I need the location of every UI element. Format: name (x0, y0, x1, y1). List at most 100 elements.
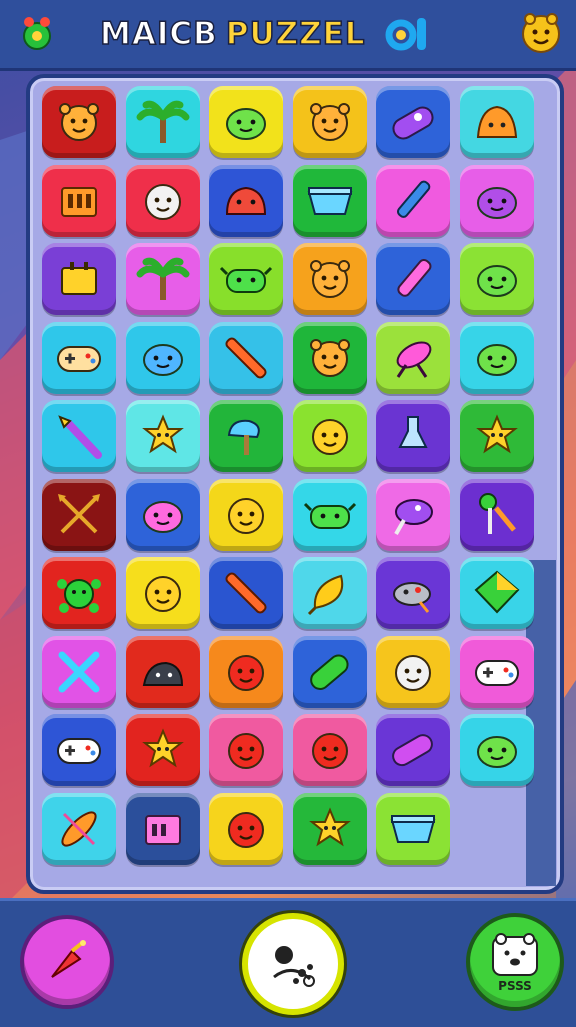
tile[interactable] (125, 635, 200, 708)
tile[interactable] (376, 557, 450, 629)
tile[interactable] (376, 164, 450, 237)
crossed-arrows-icon (58, 493, 100, 533)
surfboard-icon (61, 810, 97, 847)
white-face-icon (144, 183, 181, 220)
red-face-icon (311, 733, 348, 769)
tile[interactable] (376, 635, 450, 708)
blue-blob-icon (142, 343, 183, 376)
pink-rocket-icon (396, 341, 432, 378)
yellow-face-icon (228, 497, 264, 534)
tile[interactable] (376, 714, 450, 786)
tile[interactable] (292, 243, 367, 315)
tile[interactable] (376, 321, 450, 394)
tile[interactable] (459, 321, 534, 394)
green-creature-icon (303, 502, 356, 529)
tile[interactable] (209, 321, 283, 394)
orange-face-icon (59, 103, 99, 141)
bomb-button[interactable] (20, 915, 114, 1009)
tile[interactable] (42, 714, 116, 786)
tile[interactable] (376, 478, 450, 551)
tile[interactable] (209, 478, 283, 551)
tile[interactable] (459, 478, 534, 551)
tile[interactable] (459, 400, 534, 472)
tile[interactable] (292, 164, 367, 237)
tile[interactable] (209, 557, 283, 629)
tile[interactable] (42, 243, 116, 315)
gamepad-white-icon (57, 738, 101, 764)
blue-pen-icon (396, 180, 431, 218)
blue-tray-icon (390, 814, 436, 843)
shuffle-button[interactable] (242, 913, 344, 1015)
tile[interactable] (42, 478, 116, 551)
grey-fish-icon (393, 582, 431, 613)
tile[interactable] (42, 792, 116, 865)
tile[interactable] (42, 400, 116, 472)
tile[interactable] (42, 321, 116, 394)
tile[interactable] (292, 478, 367, 551)
green-pill-icon (309, 654, 349, 690)
blue-ring-icon[interactable] (384, 14, 432, 54)
tile[interactable] (209, 635, 283, 708)
tile[interactable] (292, 714, 367, 786)
orange-stick-icon (225, 572, 267, 614)
pass-button-label: PSSS (498, 979, 532, 993)
red-face-icon (228, 733, 264, 769)
tile[interactable] (125, 321, 200, 394)
tile[interactable] (209, 86, 283, 158)
crossed-sticks-icon (58, 651, 100, 692)
bomb-icon (51, 940, 86, 978)
tile[interactable] (125, 714, 200, 786)
yellow-box-icon (61, 262, 97, 295)
tile[interactable] (292, 792, 367, 865)
yellow-face-icon (144, 576, 181, 612)
tile[interactable] (376, 400, 450, 472)
tile[interactable] (292, 400, 367, 472)
tile[interactable] (42, 86, 116, 158)
smiley-face-icon[interactable] (518, 10, 564, 56)
tile[interactable] (459, 243, 534, 315)
tile[interactable] (209, 792, 283, 865)
tile[interactable] (459, 86, 534, 158)
tile[interactable] (209, 243, 283, 315)
wand-icon (58, 415, 102, 459)
tile[interactable] (125, 164, 200, 237)
green-creature-icon[interactable] (16, 12, 58, 54)
gamepad-icon (57, 345, 101, 372)
tile[interactable] (459, 557, 534, 629)
yellow-star-icon (141, 728, 184, 768)
red-creature-icon (225, 186, 267, 215)
green-blob-icon (476, 343, 517, 376)
orange-face-icon (309, 103, 350, 141)
pink-capsule-icon (392, 734, 433, 767)
tile[interactable] (209, 164, 283, 237)
tile[interactable] (42, 557, 116, 629)
bottom-bar: PSSS (0, 898, 576, 1027)
tile[interactable] (125, 557, 200, 629)
tile[interactable] (125, 478, 200, 551)
palm-tree-icon (136, 257, 189, 300)
tile[interactable] (292, 557, 367, 629)
title-word-1: MAICB (99, 15, 218, 53)
tile[interactable] (376, 792, 450, 865)
tile[interactable] (42, 635, 116, 708)
tile[interactable] (292, 321, 367, 394)
pass-button[interactable]: PSSS (466, 913, 564, 1011)
tile[interactable] (459, 714, 534, 786)
palm-tree-icon (136, 100, 189, 143)
tile[interactable] (125, 86, 200, 158)
tile[interactable] (42, 164, 116, 237)
tile[interactable] (125, 243, 200, 315)
tile[interactable] (292, 86, 367, 158)
tile[interactable] (125, 400, 200, 472)
tile[interactable] (459, 164, 534, 237)
tile[interactable] (376, 86, 450, 158)
tile[interactable] (292, 635, 367, 708)
pink-pen-icon (397, 258, 432, 297)
tile[interactable] (125, 792, 200, 865)
tile[interactable] (376, 243, 450, 315)
tile[interactable] (459, 635, 534, 708)
tile[interactable] (209, 400, 283, 472)
title-word-2: PUZZEL (225, 15, 366, 53)
tile[interactable] (209, 714, 283, 786)
green-creature-icon (219, 266, 273, 293)
